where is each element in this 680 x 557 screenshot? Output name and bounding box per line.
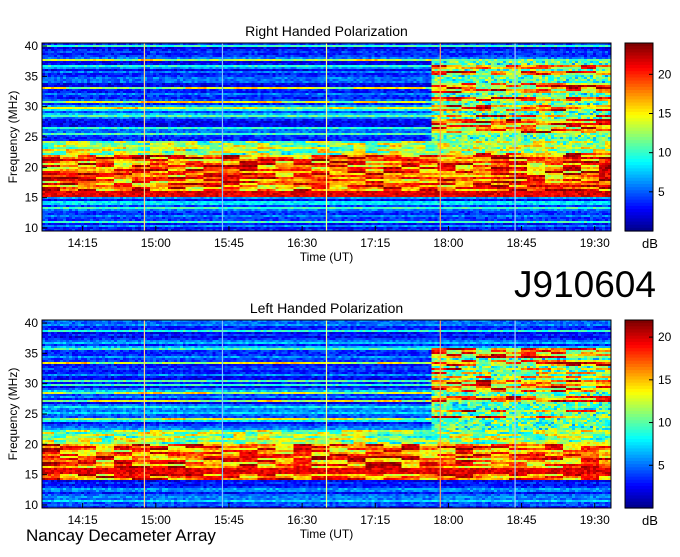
figure: Right Handed Polarization 14:15 15:00 15:45… <box>0 0 680 552</box>
x-tick-label: 19:30 <box>580 513 610 527</box>
y-tick-label: 20 <box>25 160 39 174</box>
x-tick-label: 15:00 <box>141 513 171 527</box>
x-tick-label: 15:45 <box>214 236 244 250</box>
x-tick-label: 15:45 <box>214 513 244 527</box>
y-tick-label: 20 <box>25 437 39 451</box>
y-tick-label: 30 <box>25 377 39 391</box>
x-tick-label: 18:45 <box>507 236 537 250</box>
x-axis-label: Time (UT) <box>300 527 354 541</box>
colorbar-tick-label: 15 <box>658 107 672 121</box>
y-axis-label: Frequency (MHz) <box>6 368 20 461</box>
x-tick-label: 14:15 <box>68 236 98 250</box>
observation-id: J910604 <box>514 264 656 305</box>
y-tick-label: 35 <box>25 346 39 360</box>
x-tick-label: 18:00 <box>433 513 463 527</box>
x-tick-label: 16:30 <box>287 236 317 250</box>
colorbar-tick-label: 20 <box>658 330 672 344</box>
x-axis-label: Time (UT) <box>300 250 354 264</box>
x-tick-label: 17:15 <box>360 236 390 250</box>
instrument-label: Nancay Decameter Array <box>26 526 216 545</box>
y-tick-label: 15 <box>25 468 39 482</box>
colorbar-label: dB <box>642 513 658 528</box>
y-tick-label: 10 <box>25 221 39 235</box>
colorbar-tick-label: 10 <box>658 146 672 160</box>
panel-title: Left Handed Polarization <box>250 300 403 316</box>
y-tick-label: 40 <box>25 39 39 53</box>
x-tick-label: 18:00 <box>433 236 463 250</box>
x-tick-label: 19:30 <box>580 236 610 250</box>
x-tick-label: 15:00 <box>141 236 171 250</box>
colorbar-tick-label: 10 <box>658 416 672 430</box>
colorbar-tick-label: 5 <box>658 458 665 472</box>
x-tick-label: 14:15 <box>68 513 98 527</box>
y-axis-label: Frequency (MHz) <box>6 91 20 184</box>
y-tick-label: 35 <box>25 69 39 83</box>
colorbar-tick-label: 5 <box>658 185 665 199</box>
x-tick-label: 17:15 <box>360 513 390 527</box>
y-tick-label: 30 <box>25 100 39 114</box>
x-tick-label: 18:45 <box>507 513 537 527</box>
y-tick-label: 25 <box>25 407 39 421</box>
y-tick-label: 40 <box>25 316 39 330</box>
y-tick-label: 25 <box>25 130 39 144</box>
panel-right-handed: Right Handed Polarization 14:15 15:00 15:45… <box>6 23 672 264</box>
colorbar-label: dB <box>642 236 658 251</box>
y-tick-label: 15 <box>25 191 39 205</box>
y-tick-label: 10 <box>25 498 39 512</box>
panel-left-handed: Left Handed Polarization 14:15 15:00 15:45 1… <box>6 300 672 541</box>
panel-title: Right Handed Polarization <box>245 23 408 39</box>
colorbar-tick-label: 20 <box>658 67 672 81</box>
colorbar-tick-label: 15 <box>658 373 672 387</box>
x-tick-label: 16:30 <box>287 513 317 527</box>
